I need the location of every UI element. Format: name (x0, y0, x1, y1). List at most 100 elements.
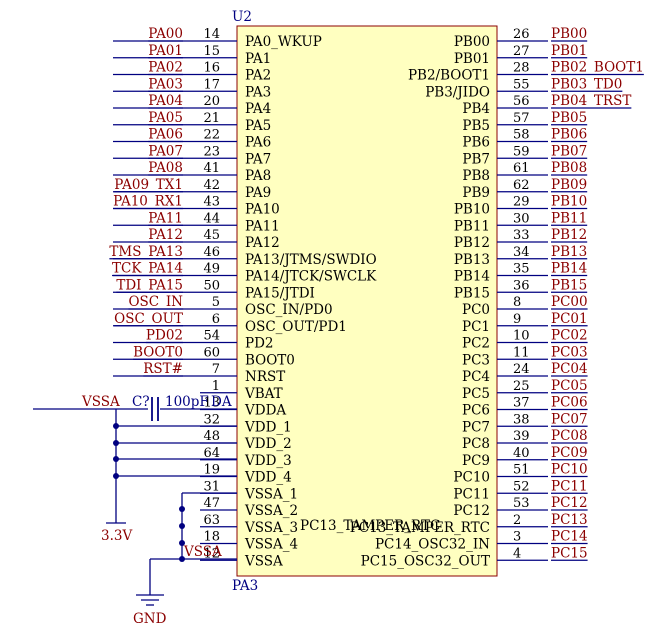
pin-name: PA5 (245, 118, 271, 134)
net-label: PA08 (148, 160, 183, 176)
pin-number: 5 (212, 295, 220, 310)
net-label: OSC_OUT (114, 311, 183, 327)
pin-name: PA2 (245, 68, 271, 84)
pin-number: 56 (513, 94, 530, 109)
pin-name: PC0 (462, 302, 490, 318)
pin-name: PC11 (453, 486, 490, 502)
pin-number: 55 (513, 77, 530, 92)
net-label: PA06 (148, 127, 183, 143)
pin-name: PB9 (462, 185, 490, 201)
pin-number: 39 (513, 429, 530, 444)
pin-number: 53 (513, 496, 530, 511)
capacitor-symbol[interactable] (151, 397, 159, 421)
pin-name: PC2 (462, 336, 490, 352)
ground-label: GND (133, 611, 167, 627)
net-label: PB09 (551, 177, 587, 193)
pin-name: PB7 (462, 151, 490, 167)
pin-number: 2 (513, 513, 521, 528)
net-label: PA01 (148, 43, 183, 59)
pin-number: 57 (513, 111, 530, 126)
pin-name: PC10 (453, 470, 490, 486)
pin-number: 28 (513, 61, 530, 76)
net-label: PB01 (551, 43, 587, 59)
net-label: TCK_PA14 (112, 261, 183, 277)
pin-number: 59 (513, 144, 530, 159)
pin-number: 6 (212, 312, 220, 327)
pin-number: 63 (203, 513, 220, 528)
pin-name: PA6 (245, 135, 271, 151)
net-label: PA03 (148, 76, 183, 92)
pin-number: 20 (203, 94, 220, 109)
pin-name: NRST (245, 369, 285, 385)
pin-name: PB2/BOOT1 (408, 68, 490, 84)
net-label: OSC_IN (128, 294, 183, 310)
pin-name: PA14/JTCK/SWCLK (245, 269, 377, 285)
pin-name: PB13 (454, 252, 490, 268)
pin-number: 22 (203, 128, 220, 143)
net-label: PB06 (551, 127, 587, 143)
net-label: PB04_TRST (551, 93, 631, 109)
pin-name: PC3 (462, 352, 490, 368)
net-label: TMS_PA13 (109, 244, 183, 260)
pin-name: PC14_OSC32_IN (375, 537, 490, 553)
pin-number: 48 (203, 429, 220, 444)
net-label: PB03_TD0 (551, 76, 622, 92)
net-label: PA11 (148, 210, 183, 226)
net-label: PB13 (551, 244, 587, 260)
pin-name: PC4 (462, 369, 490, 385)
pin-number: 16 (203, 61, 220, 76)
pin-name: PC15_OSC32_OUT (361, 553, 490, 569)
pin-number: 24 (513, 362, 530, 377)
net-label: PA07 (148, 143, 183, 159)
pin-name: PC1 (462, 319, 490, 335)
pin-number: 40 (513, 446, 530, 461)
pin-number: 31 (203, 479, 220, 494)
pin-number: 21 (203, 111, 220, 126)
net-label: PB02_BOOT1 (551, 60, 644, 76)
capacitor-designator: C? (132, 394, 150, 410)
pin-name: PC7 (462, 419, 490, 435)
net-label: PA04 (148, 93, 183, 109)
net-label: BOOT0 (133, 344, 183, 360)
pin-number: 8 (513, 295, 521, 310)
pin-number: 42 (203, 178, 220, 193)
capacitor-net-label: VSSA (81, 394, 120, 410)
pin-name: VDD_4 (244, 470, 292, 486)
net-label: PC11 (551, 478, 588, 494)
supply-label: 3.3V (101, 528, 132, 544)
pin-number: 17 (203, 77, 220, 92)
pin-name: VDD_1 (244, 419, 292, 435)
pin-number: 54 (203, 329, 220, 344)
pin-number: 43 (203, 195, 220, 210)
pin-name: PB4 (462, 101, 490, 117)
net-label: PB14 (551, 261, 587, 277)
ic-designator: U2 (232, 9, 252, 25)
pin-name: PB12 (454, 235, 490, 251)
ic-part-name: PA3 (232, 578, 258, 594)
pin-name: PB01 (454, 51, 490, 67)
pin-number: 35 (513, 262, 530, 277)
pin-name: VSSA_4 (244, 537, 298, 553)
pin-number: 34 (513, 245, 530, 260)
pin-number: 58 (513, 128, 530, 143)
net-label: PB12 (551, 227, 587, 243)
net-label: PB08 (551, 160, 587, 176)
net-label: PB00 (551, 26, 587, 42)
pin-name: PC12 (453, 503, 490, 519)
net-label: PB11 (551, 210, 587, 226)
pin-name: VSSA (244, 553, 283, 569)
pin-name: PA9 (245, 185, 271, 201)
pin-number: 14 (203, 27, 220, 42)
pin-name: PB6 (462, 135, 490, 151)
pin-number: 30 (513, 211, 530, 226)
pin-number: 61 (513, 161, 530, 176)
pin-name: PB10 (454, 202, 490, 218)
net-label: PA00 (148, 26, 183, 42)
pin-name: PA7 (245, 151, 271, 167)
pin-number: 41 (203, 161, 220, 176)
pin-name: PA12 (245, 235, 280, 251)
pin-name: OSC_OUT/PD1 (245, 319, 347, 335)
pin-name: PD2 (245, 336, 274, 352)
pin-number: 45 (203, 228, 220, 243)
schematic-canvas: U2 PA3 PA00 14 PA0_WKUPPA01 15 PA1PA02 16 PA2P… (33, 9, 644, 627)
